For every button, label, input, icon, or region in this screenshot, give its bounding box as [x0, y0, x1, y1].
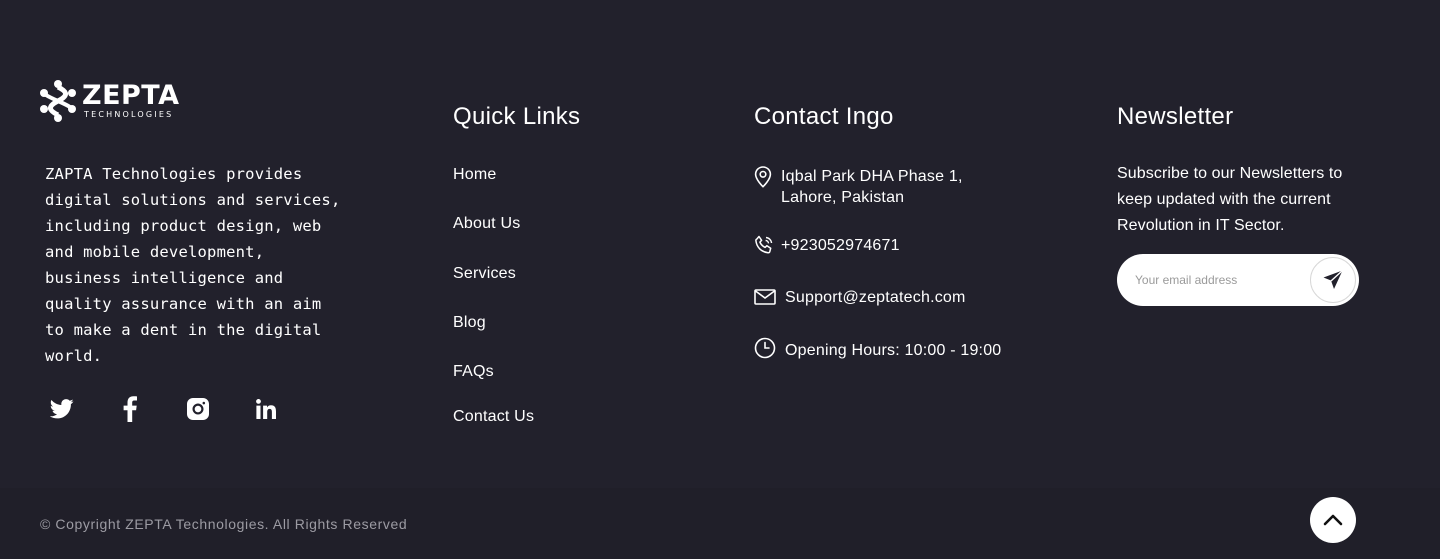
- scroll-to-top-button[interactable]: [1310, 497, 1356, 543]
- link-blog[interactable]: Blog: [453, 314, 486, 332]
- phone-icon: [755, 235, 773, 254]
- twitter-icon: [50, 399, 74, 419]
- contact-address: Iqbal Park DHA Phase 1, Lahore, Pakistan: [754, 166, 963, 208]
- clock-icon: [754, 337, 776, 359]
- contact-title: Contact Ingo: [754, 103, 894, 130]
- copyright-text: © Copyright ZEPTA Technologies. All Righ…: [40, 516, 408, 532]
- company-logo[interactable]: ZEPTA TECHNOLOGIES: [40, 79, 180, 123]
- link-services[interactable]: Services: [453, 265, 516, 283]
- quick-links-title: Quick Links: [453, 103, 581, 130]
- address-line-2: Lahore, Pakistan: [781, 189, 905, 206]
- logo-mark-icon: [40, 80, 76, 122]
- site-footer: ZEPTA TECHNOLOGIES ZAPTA Technologies pr…: [0, 0, 1440, 559]
- contact-hours: Opening Hours: 10:00 - 19:00: [754, 337, 1002, 361]
- contact-phone[interactable]: +923052974671: [754, 235, 900, 256]
- mail-icon: [754, 289, 776, 305]
- logo-name: ZEPTA: [82, 80, 180, 111]
- location-pin-icon: [754, 166, 772, 188]
- contact-email[interactable]: Support@zeptatech.com: [754, 287, 966, 308]
- footer-bottom-bar: © Copyright ZEPTA Technologies. All Righ…: [0, 488, 1440, 559]
- logo-tagline: TECHNOLOGIES: [84, 110, 174, 119]
- opening-hours: Opening Hours: 10:00 - 19:00: [785, 342, 1002, 359]
- facebook-link[interactable]: [116, 395, 144, 423]
- link-contact-us[interactable]: Contact Us: [453, 408, 534, 426]
- linkedin-icon: [256, 399, 276, 419]
- newsletter-form: [1117, 254, 1359, 306]
- link-faqs[interactable]: FAQs: [453, 363, 494, 381]
- newsletter-title: Newsletter: [1117, 103, 1234, 130]
- twitter-link[interactable]: [48, 395, 76, 423]
- email-address: Support@zeptatech.com: [785, 289, 966, 306]
- instagram-link[interactable]: [184, 395, 212, 423]
- link-about-us[interactable]: About Us: [453, 215, 520, 233]
- company-description: ZAPTA Technologies provides digital solu…: [45, 165, 341, 365]
- facebook-icon: [123, 396, 137, 422]
- phone-number: +923052974671: [781, 237, 900, 254]
- linkedin-link[interactable]: [252, 395, 280, 423]
- chevron-up-icon: [1323, 514, 1343, 526]
- address-line-1: Iqbal Park DHA Phase 1,: [781, 168, 963, 185]
- social-links: [48, 395, 320, 423]
- newsletter-description: Subscribe to our Newsletters to keep upd…: [1117, 165, 1343, 234]
- instagram-icon: [187, 398, 209, 420]
- newsletter-email-input[interactable]: [1135, 273, 1315, 287]
- newsletter-submit-button[interactable]: [1310, 257, 1356, 303]
- send-icon: [1323, 269, 1343, 289]
- link-home[interactable]: Home: [453, 166, 496, 184]
